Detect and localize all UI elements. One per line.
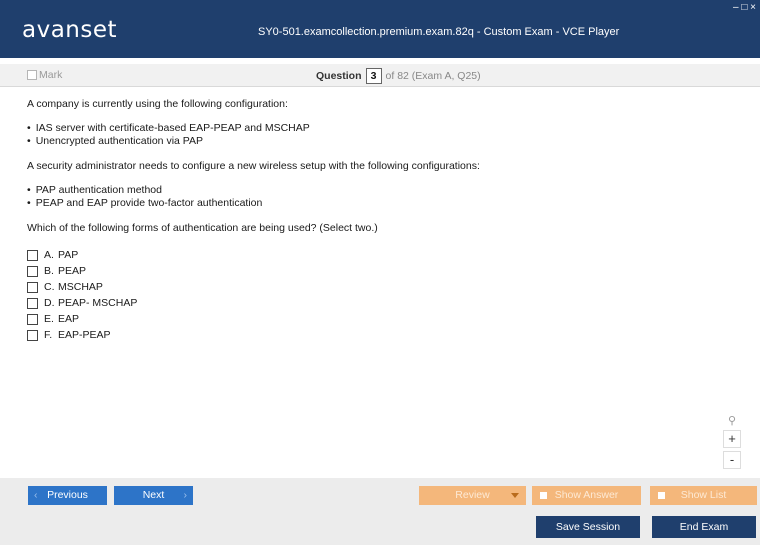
option-a[interactable]: A. PAP [27, 247, 747, 263]
checkbox-icon[interactable] [27, 281, 38, 293]
question-content: A company is currently using the followi… [27, 98, 747, 343]
next-label: Next [142, 489, 165, 501]
mark-label: Mark [39, 69, 63, 81]
question-prompt: Which of the following forms of authenti… [27, 222, 378, 234]
option-letter: E. [44, 312, 54, 325]
list-item: IAS server with certificate-based EAP-PE… [27, 122, 747, 135]
checkbox-icon[interactable] [27, 313, 38, 325]
zoom-out-button[interactable]: - [723, 451, 741, 469]
question-need: A security administrator needs to config… [27, 160, 480, 172]
option-e[interactable]: E. EAP [27, 311, 747, 327]
previous-button[interactable]: ‹ Previous [28, 486, 107, 505]
checkbox-icon [540, 492, 547, 499]
zoom-in-button[interactable]: + [723, 430, 741, 448]
option-letter: A. [44, 248, 54, 261]
review-label: Review [455, 489, 490, 501]
show-list-label: Show List [680, 489, 727, 501]
question-label: Question [316, 70, 362, 82]
option-text: MSCHAP [58, 280, 103, 293]
option-letter: F. [44, 328, 53, 341]
title-bar: avanset SY0-501.examcollection.premium.e… [0, 0, 760, 58]
app-logo: avanset [22, 17, 118, 43]
checkbox-icon[interactable] [27, 265, 38, 277]
search-icon[interactable]: ⚲ [728, 414, 736, 427]
option-letter: C. [44, 280, 55, 293]
question-bar: Mark Question 3 of 82 (Exam A, Q25) [0, 64, 760, 87]
review-button[interactable]: Review [419, 486, 526, 505]
option-text: EAP-PEAP [58, 328, 111, 341]
option-c[interactable]: C. MSCHAP [27, 279, 747, 295]
question-counter: Question 3 of 82 (Exam A, Q25) [316, 68, 481, 84]
checkbox-icon [658, 492, 665, 499]
chevron-right-icon: › [183, 489, 188, 501]
window-title: SY0-501.examcollection.premium.exam.82q … [258, 26, 620, 38]
previous-label: Previous [47, 489, 88, 501]
show-list-button[interactable]: Show List [650, 486, 757, 505]
option-text: PEAP [58, 264, 87, 277]
zoom-controls: ⚲ + - [722, 414, 742, 472]
option-letter: D. [44, 296, 55, 309]
answer-options: A. PAP B. PEAP C. MSCHAP D. PEAP- MSCHAP… [27, 247, 747, 343]
window-controls[interactable]: – □ × [733, 2, 756, 13]
checkbox-icon[interactable] [27, 70, 37, 80]
option-d[interactable]: D. PEAP- MSCHAP [27, 295, 747, 311]
save-session-button[interactable]: Save Session [536, 516, 640, 538]
checkbox-icon[interactable] [27, 297, 38, 309]
option-f[interactable]: F. EAP-PEAP [27, 327, 747, 343]
next-button[interactable]: Next › [114, 486, 193, 505]
option-text: PAP [58, 248, 79, 261]
option-text: PEAP- MSCHAP [58, 296, 138, 309]
chevron-left-icon: ‹ [34, 489, 38, 501]
question-number-input[interactable]: 3 [365, 68, 382, 84]
current-config-list: IAS server with certificate-based EAP-PE… [27, 122, 747, 148]
list-item: Unencrypted authentication via PAP [27, 135, 747, 148]
option-text: EAP [58, 312, 80, 325]
checkbox-icon[interactable] [27, 249, 38, 261]
mark-checkbox[interactable]: Mark [27, 69, 62, 81]
bottom-toolbar: ‹ Previous Next › Review Show Answer Sho… [0, 478, 760, 545]
option-b[interactable]: B. PEAP [27, 263, 747, 279]
end-exam-button[interactable]: End Exam [652, 516, 756, 538]
show-answer-label: Show Answer [554, 489, 619, 501]
show-answer-button[interactable]: Show Answer [532, 486, 641, 505]
question-intro: A company is currently using the followi… [27, 98, 288, 110]
checkbox-icon[interactable] [27, 329, 38, 341]
list-item: PEAP and EAP provide two-factor authenti… [27, 197, 747, 210]
option-letter: B. [44, 264, 54, 277]
new-config-list: PAP authentication method PEAP and EAP p… [27, 184, 747, 210]
dropdown-arrow-icon [511, 493, 519, 498]
list-item: PAP authentication method [27, 184, 747, 197]
question-total: of 82 (Exam A, Q25) [385, 70, 481, 82]
